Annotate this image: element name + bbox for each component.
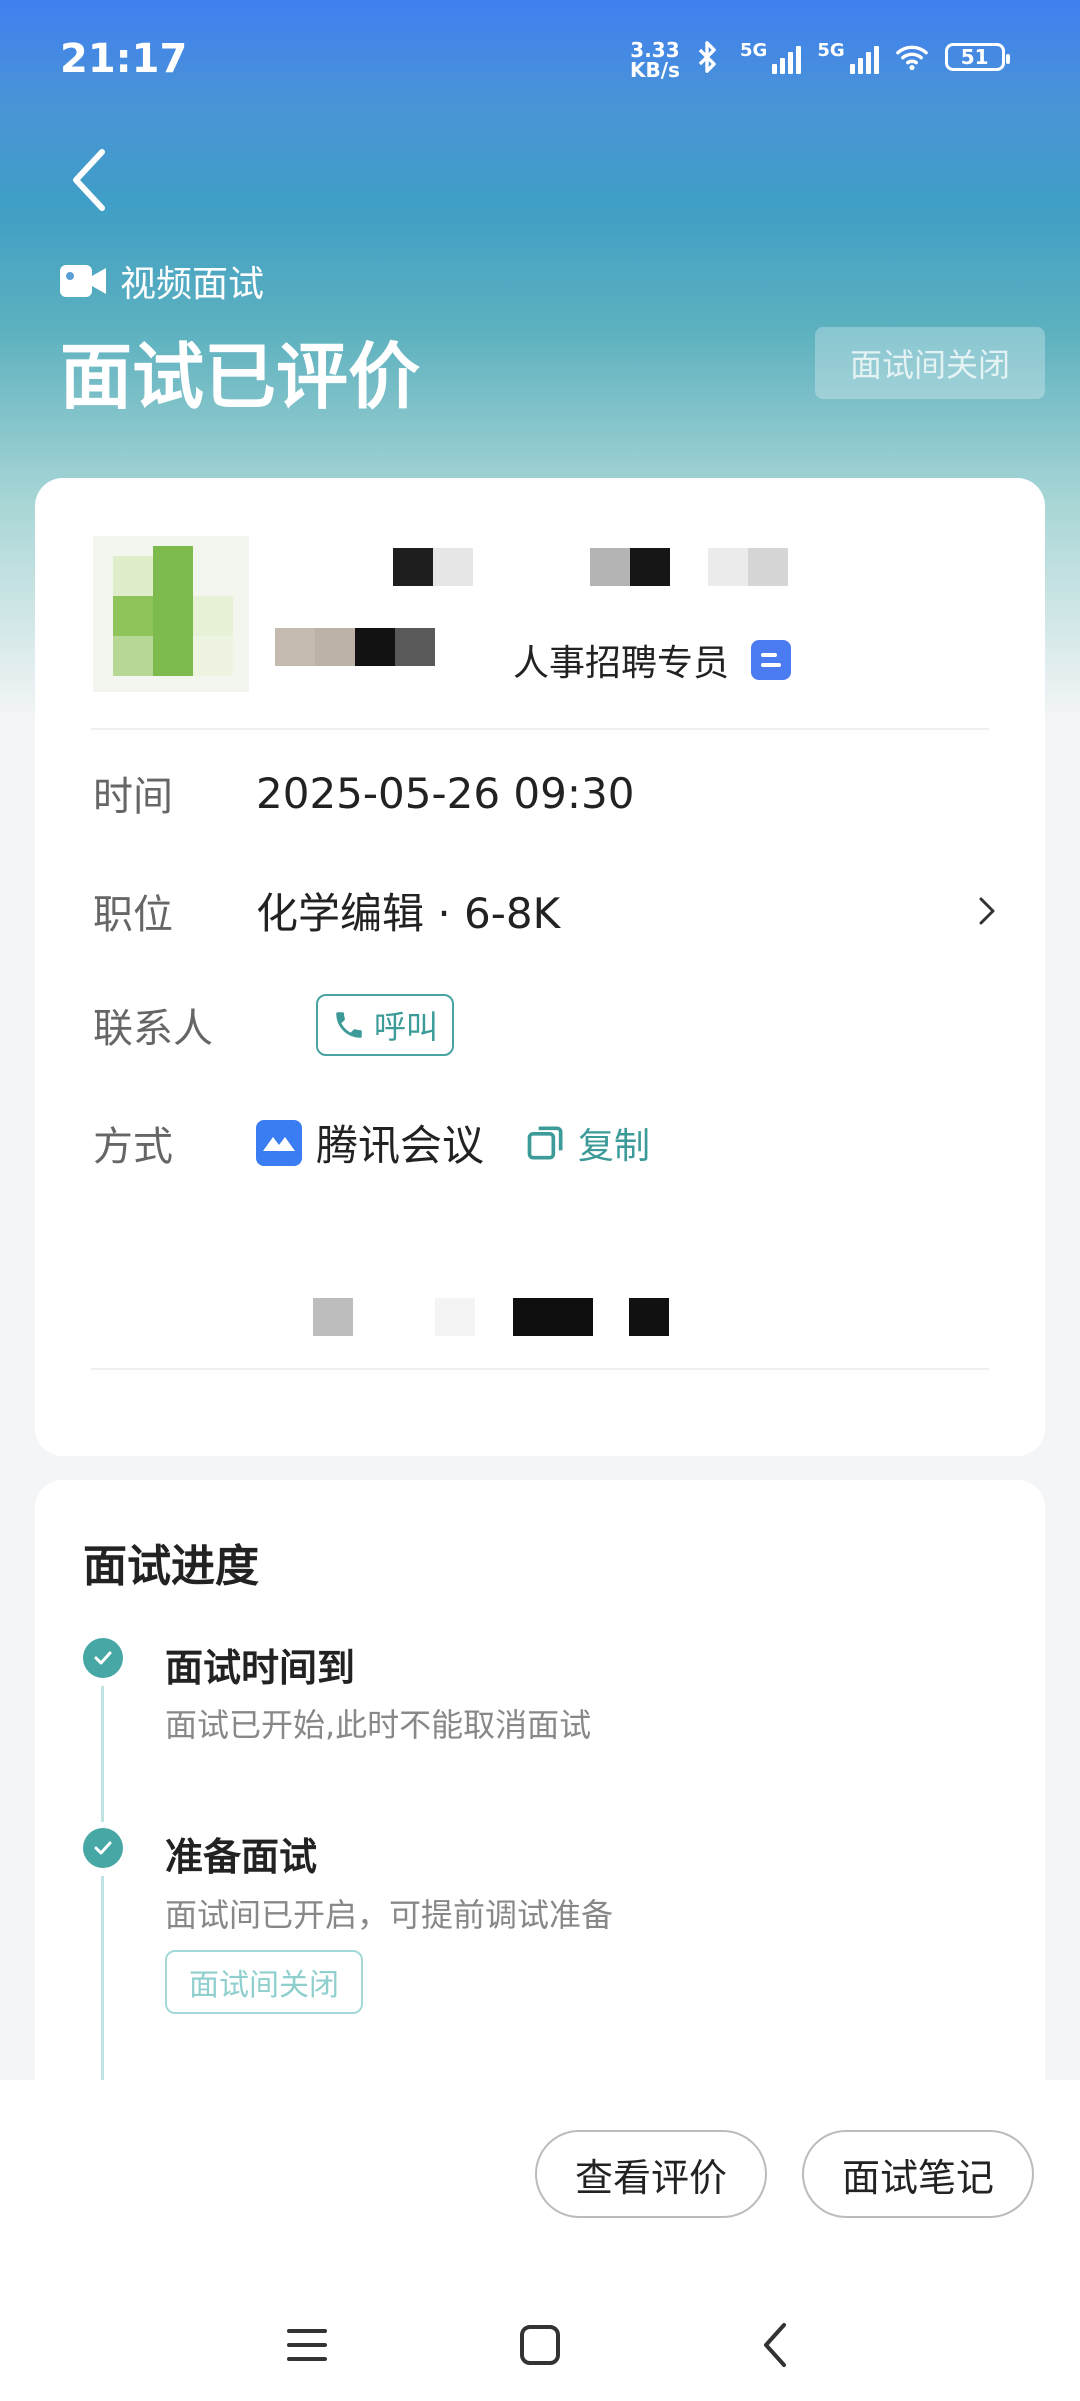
time-label: 时间: [93, 774, 173, 820]
home-square-icon: [520, 2325, 560, 2365]
step-connector: [101, 1876, 104, 2080]
divider: [91, 1368, 989, 1370]
time-value: 2025-05-26 09:30: [256, 768, 635, 818]
nav-menu-button[interactable]: [277, 2315, 337, 2375]
sim2-label: 5G: [817, 40, 845, 61]
battery-icon: 51: [944, 43, 1010, 71]
sim1-label: 5G: [740, 40, 768, 61]
interview-progress-card: 面试进度 面试时间到 面试已开始,此时不能取消面试 准备面试 面试间已开启，可提…: [35, 1480, 1045, 2180]
phone-icon: [336, 1012, 362, 1038]
copy-icon: [527, 1126, 563, 1159]
wifi-icon: [895, 45, 928, 71]
step-title: 准备面试: [165, 1835, 318, 1879]
video-camera-icon: [60, 265, 106, 297]
position-label: 职位: [93, 891, 173, 938]
status-icons: 5G 5G 51: [690, 40, 1010, 74]
status-bar: 21:17 3.33 KB/s 5G 5G 51: [0, 0, 1080, 120]
call-button-label: 呼叫: [374, 1008, 439, 1046]
page-title: 面试已评价: [60, 335, 421, 419]
network-speed-value: 3.33: [630, 38, 680, 62]
step-desc: 面试间已开启，可提前调试准备: [165, 1896, 614, 1934]
copy-button-label: 复制: [578, 1125, 651, 1167]
interview-type-tag: 视频面试: [58, 255, 264, 307]
method-value: 腾讯会议: [316, 1121, 485, 1170]
recruiter-role: 人事招聘专员: [513, 634, 792, 686]
room-closed-button[interactable]: 面试间关闭: [815, 327, 1045, 399]
signal-icon-sim2: 5G: [817, 40, 879, 74]
interview-info-card: 人事招聘专员 时间 2025-05-26 09:30 职位 化学编辑 · 6-8…: [35, 478, 1045, 1456]
time-row: 时间 2025-05-26 09:30: [93, 764, 1023, 822]
method-label: 方式: [93, 1123, 173, 1170]
progress-title: 面试进度: [83, 1541, 259, 1592]
nav-home-button[interactable]: [510, 2315, 570, 2375]
network-speed-unit: KB/s: [630, 58, 680, 82]
call-button[interactable]: 呼叫: [316, 994, 455, 1056]
view-review-button[interactable]: 查看评价: [535, 2130, 767, 2218]
back-button[interactable]: [60, 140, 120, 220]
signal-icon-sim1: 5G: [740, 40, 802, 74]
recruiter-role-label: 人事招聘专员: [513, 643, 730, 684]
room-closed-tag: 面试间关闭: [165, 1950, 363, 2014]
interview-type-label: 视频面试: [120, 264, 265, 305]
divider: [91, 728, 989, 730]
battery-level: 51: [960, 45, 989, 69]
interview-notes-button[interactable]: 面试笔记: [802, 2130, 1034, 2218]
position-value: 化学编辑 · 6-8K: [256, 889, 561, 938]
step-connector: [101, 1686, 104, 1822]
bluetooth-icon: [698, 41, 716, 73]
avatar: [93, 536, 249, 692]
contact-label: 联系人: [93, 1006, 213, 1052]
step-complete-icon: [83, 1828, 123, 1868]
contact-row: 联系人 呼叫: [93, 994, 1023, 1056]
tencent-meeting-logo-icon: [256, 1119, 302, 1166]
bottom-action-bar: 查看评价 面试笔记: [0, 2080, 1080, 2401]
menu-icon: [287, 2329, 327, 2361]
nav-back-button[interactable]: [745, 2315, 805, 2375]
method-row: 方式 腾讯会议 复制: [93, 1112, 1023, 1173]
step-title: 面试时间到: [165, 1646, 356, 1690]
chevron-left-icon: [73, 149, 105, 211]
check-icon: [94, 1651, 112, 1665]
chevron-left-icon: [764, 2323, 786, 2367]
step-desc: 面试已开始,此时不能取消面试: [165, 1706, 592, 1744]
chevron-right-icon: [979, 897, 995, 924]
chat-icon[interactable]: [751, 640, 792, 680]
copy-button[interactable]: 复制: [524, 1117, 650, 1169]
network-speed: 3.33 KB/s: [630, 40, 680, 80]
status-time: 21:17: [60, 36, 188, 82]
step-complete-icon: [83, 1638, 123, 1678]
check-icon: [94, 1841, 112, 1855]
position-row[interactable]: 职位 化学编辑 · 6-8K: [93, 880, 1023, 941]
